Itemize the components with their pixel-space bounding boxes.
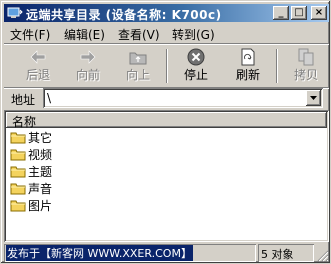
list-item-name: 主题 xyxy=(28,165,53,179)
copy-icon xyxy=(298,48,314,66)
maximize-icon: □ xyxy=(294,7,304,18)
up-folder-icon xyxy=(129,52,147,65)
refresh-icon xyxy=(241,48,255,66)
status-bar: 发布于【新客网 WWW.XXER.COM】 5 对象 xyxy=(4,244,329,262)
address-input[interactable] xyxy=(47,91,297,105)
menu-view[interactable]: 查看(V) xyxy=(118,26,160,43)
refresh-button[interactable]: 刷新 xyxy=(226,46,270,86)
address-label: 地址 xyxy=(11,93,36,107)
copy-button[interactable]: 拷贝 xyxy=(284,46,329,86)
status-pane-left: 发布于【新客网 WWW.XXER.COM】 xyxy=(4,244,256,262)
menu-go[interactable]: 转到(G) xyxy=(172,26,215,43)
menu-edit[interactable]: 编辑(E) xyxy=(64,26,105,43)
menu-divider xyxy=(4,43,329,45)
menu-bar: 文件(F) 编辑(E) 查看(V) 转到(G) xyxy=(4,24,329,42)
back-label: 后退 xyxy=(25,68,50,82)
copy-label: 拷贝 xyxy=(294,68,319,82)
folder-icon xyxy=(10,149,26,161)
column-header-name[interactable]: 名称 xyxy=(6,112,327,129)
folder-icon xyxy=(10,183,26,195)
window-title: 远端共享目录 (设备名称: K700c) xyxy=(26,8,222,22)
list-item-name: 视频 xyxy=(28,148,53,162)
folder-icon xyxy=(10,132,26,144)
chevron-down-icon xyxy=(310,96,317,100)
status-pane-right: 5 对象 xyxy=(258,244,314,262)
address-dropdown-button[interactable] xyxy=(306,90,321,106)
resize-grip-icon[interactable] xyxy=(315,248,329,262)
up-label: 向上 xyxy=(125,68,150,82)
explorer-window: 远端共享目录 (设备名称: K700c) _ □ × 文件(F) 编辑(E) 查… xyxy=(0,0,331,264)
forward-label: 向前 xyxy=(75,68,100,82)
object-count: 5 对象 xyxy=(261,248,294,261)
maximize-button[interactable]: □ xyxy=(291,6,307,20)
up-button[interactable]: 向上 xyxy=(116,46,160,86)
back-button[interactable]: 后退 xyxy=(16,46,60,86)
minimize-icon: _ xyxy=(278,7,284,18)
address-bar[interactable] xyxy=(43,88,323,108)
folder-icon xyxy=(10,166,26,178)
status-text: 发布于【新客网 WWW.XXER.COM】 xyxy=(6,245,193,261)
title-bar[interactable]: 远端共享目录 (设备名称: K700c) _ □ × xyxy=(4,4,329,22)
stop-button[interactable]: 停止 xyxy=(174,46,218,86)
forward-arrow-icon xyxy=(80,50,96,64)
refresh-label: 刷新 xyxy=(235,68,260,82)
remote-device-icon xyxy=(7,7,23,18)
minimize-button[interactable]: _ xyxy=(273,6,289,20)
close-button[interactable]: × xyxy=(311,6,327,20)
stop-label: 停止 xyxy=(183,68,208,82)
list-item-name: 声音 xyxy=(28,182,53,196)
folder-icon xyxy=(10,200,26,212)
forward-button[interactable]: 向前 xyxy=(66,46,110,86)
toolbar: 后退 向前 向上 停止 刷新 拷贝 xyxy=(4,46,329,86)
stop-icon xyxy=(187,48,205,66)
toolbar-divider xyxy=(166,49,168,83)
list-item-name: 图片 xyxy=(28,199,53,213)
list-item-name: 其它 xyxy=(28,131,53,145)
column-header-label: 名称 xyxy=(12,115,37,129)
back-arrow-icon xyxy=(30,50,46,64)
toolbar-divider xyxy=(276,49,278,83)
menu-file[interactable]: 文件(F) xyxy=(10,26,50,43)
close-icon: × xyxy=(314,7,324,18)
file-list[interactable]: 名称 其它 视频 主题 声音 图片 xyxy=(4,110,329,242)
